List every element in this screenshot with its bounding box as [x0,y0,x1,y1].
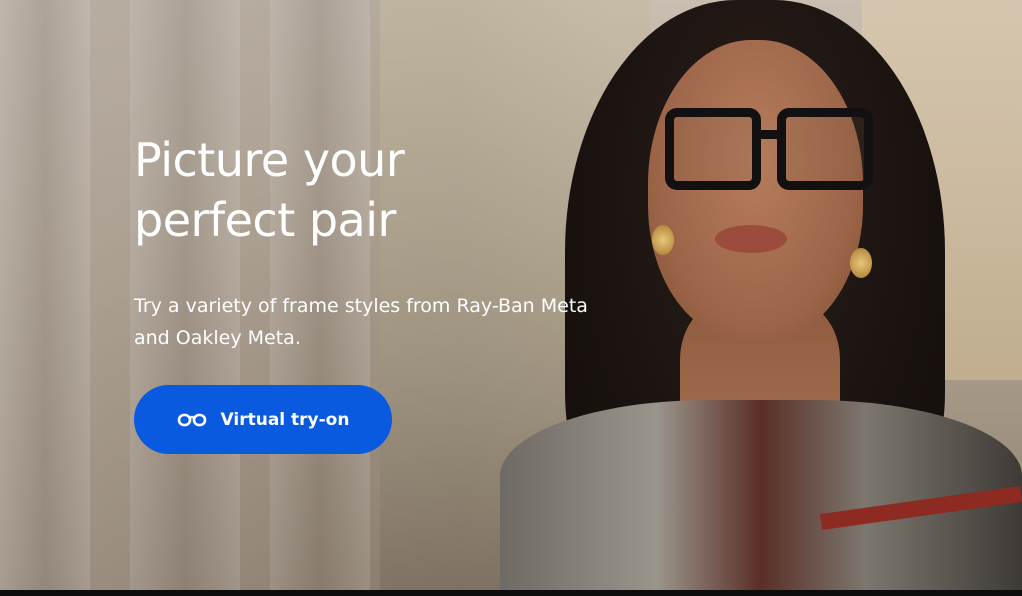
hero-subtext: Try a variety of frame styles from Ray-B… [134,295,588,349]
curtain-decoration [0,0,90,590]
hero-image-earring [652,225,674,255]
hero-image-lips [715,225,787,253]
hero-headline: Picture your perfect pair [134,133,405,247]
hero-image-jacket [500,400,1022,590]
glasses-lens-right [777,108,873,190]
glasses-icon [177,413,207,427]
virtual-try-on-button[interactable]: Virtual try-on [134,385,392,454]
glasses-lens-left [665,108,761,190]
hero-content: Picture your perfect pair Try a variety … [134,130,594,354]
virtual-try-on-label: Virtual try-on [220,409,350,430]
hero-section: Picture your perfect pair Try a variety … [0,0,1022,590]
bottom-bar [0,590,1022,596]
hero-image-glasses [665,108,875,198]
hero-image-earring [850,248,872,278]
